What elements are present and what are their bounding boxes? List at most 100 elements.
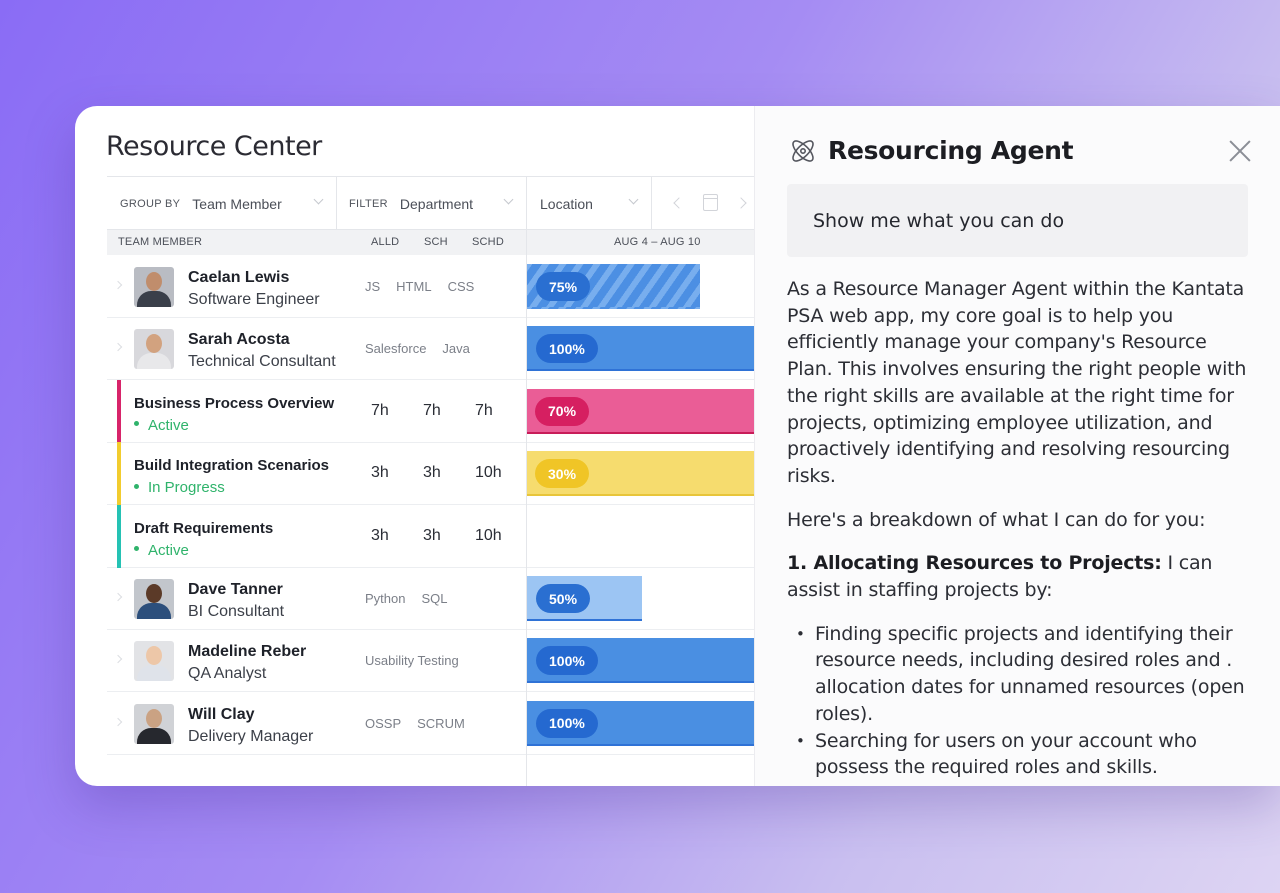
- group-by-label: GROUP BY: [120, 198, 181, 210]
- col-schd: SCHD: [472, 236, 504, 248]
- page-title: Resource Center: [106, 131, 322, 162]
- skill-tag: Java: [442, 341, 470, 357]
- chevron-right-icon[interactable]: [115, 594, 121, 600]
- allocation-bar[interactable]: 100%: [527, 638, 757, 684]
- agent-response: As a Resource Manager Agent within the K…: [787, 276, 1257, 781]
- allocation-pill: 50%: [536, 584, 591, 613]
- date-nav: [651, 177, 757, 231]
- skill-tag: HTML: [396, 279, 432, 294]
- person-name[interactable]: Sarah Acosta: [188, 331, 290, 349]
- person-row[interactable]: Sarah Acosta Technical Consultant Salesfor…: [107, 317, 757, 381]
- skill-tag: Python: [365, 591, 406, 606]
- avatar: [134, 579, 174, 619]
- person-role: QA Analyst: [188, 665, 267, 683]
- close-icon[interactable]: [1228, 139, 1252, 163]
- task-name[interactable]: Business Process Overview: [134, 395, 334, 412]
- status-text: In Progress: [148, 479, 225, 497]
- filter-value: Department: [399, 196, 474, 212]
- status-text: Active: [148, 541, 189, 559]
- allocation-bar[interactable]: 50%: [527, 576, 642, 621]
- person-role: BI Consultant: [188, 603, 285, 620]
- user-prompt-bubble: Show me what you can do: [787, 184, 1248, 257]
- task-color-indicator: [117, 442, 121, 506]
- task-row[interactable]: Build Integration Scenarios In Progress 3h…: [107, 442, 757, 506]
- task-row[interactable]: Business Process Overview Active 7h 7h 7h 70…: [107, 379, 757, 443]
- task-status: Active: [134, 417, 189, 434]
- status-dot: [134, 483, 139, 489]
- filter-dropdown[interactable]: FILTER Department: [336, 177, 526, 231]
- chevron-down-icon: [629, 196, 639, 206]
- capability-item: Searching for users on your account who …: [796, 728, 1257, 781]
- calendar-icon[interactable]: [703, 194, 718, 211]
- person-name[interactable]: Madeline Reber: [188, 643, 306, 661]
- skill-tag: CSS: [447, 279, 475, 294]
- agent-title: Resourcing Agent: [828, 136, 1074, 165]
- person-row[interactable]: Dave Tanner BI Consultant Python SQL 50%: [107, 567, 757, 630]
- agent-breakdown: Here's a breakdown of what I can do for …: [787, 508, 1206, 531]
- skill-tags: JS HTML CSS: [357, 255, 482, 318]
- alld-hours: 7h: [371, 401, 389, 419]
- allocation-pill: 75%: [536, 272, 591, 301]
- table-header: TEAM MEMBER ALLD SCH SCHD AUG 4 – AUG 10: [107, 230, 757, 255]
- status-dot: [134, 421, 139, 427]
- schd-hours: 10h: [475, 526, 502, 544]
- person-row[interactable]: Caelan Lewis Software Engineer JS HTML CSS 7…: [107, 255, 757, 318]
- avatar: [134, 329, 174, 370]
- col-team-member: TEAM MEMBER: [118, 236, 203, 248]
- col-alld: ALLD: [371, 236, 400, 248]
- skill-tag: OSSP: [365, 715, 402, 731]
- skill-tag: SCRUM: [417, 715, 465, 731]
- allocation-bar[interactable]: 75%: [527, 264, 700, 309]
- user-prompt-text: Show me what you can do: [813, 210, 1065, 232]
- schd-hours: 10h: [475, 464, 502, 482]
- allocation-pill: 100%: [536, 646, 598, 676]
- person-name[interactable]: Will Clay: [188, 706, 255, 724]
- person-name[interactable]: Dave Tanner: [188, 581, 283, 599]
- chevron-down-icon: [504, 196, 514, 206]
- task-name[interactable]: Draft Requirements: [134, 520, 273, 537]
- sch-hours: 3h: [423, 464, 441, 482]
- person-role: Software Engineer: [188, 291, 320, 308]
- task-color-indicator: [117, 504, 121, 568]
- skill-tag: SQL: [421, 591, 448, 606]
- capability-list: Finding specific projects and identifyin…: [787, 621, 1257, 781]
- chevron-right-icon[interactable]: [115, 344, 121, 350]
- chevron-right-icon[interactable]: [115, 656, 121, 662]
- avatar: [134, 703, 174, 744]
- allocation-bar[interactable]: 70%: [526, 388, 756, 434]
- chevron-right-icon[interactable]: [115, 719, 121, 725]
- skill-tag: Usability Testing: [365, 653, 459, 669]
- allocation-pill: 70%: [535, 396, 590, 426]
- column-divider: [526, 176, 527, 786]
- main-card: Resource Center GROUP BY Team Member FIL…: [75, 106, 1280, 786]
- toolbar: GROUP BY Team Member FILTER Department L…: [107, 176, 757, 231]
- resource-center-panel: Resource Center GROUP BY Team Member FIL…: [75, 106, 757, 786]
- chevron-down-icon: [314, 196, 324, 206]
- allocation-bar[interactable]: 30%: [526, 451, 756, 497]
- group-by-dropdown[interactable]: GROUP BY Team Member: [107, 177, 336, 231]
- allocation-pill: 30%: [535, 459, 590, 489]
- person-name[interactable]: Caelan Lewis: [188, 269, 289, 287]
- filter-label: FILTER: [349, 198, 388, 210]
- agent-intro: As a Resource Manager Agent within the K…: [787, 278, 1247, 487]
- section-heading: 1. Allocating Resources to Projects:: [787, 552, 1162, 575]
- avatar: [134, 641, 174, 682]
- person-row[interactable]: Madeline Reber QA Analyst Usability Testin…: [107, 629, 757, 693]
- chevron-left-icon[interactable]: [672, 196, 682, 210]
- sch-hours: 7h: [423, 401, 441, 419]
- allocation-bar[interactable]: 100%: [527, 700, 757, 746]
- person-row[interactable]: Will Clay Delivery Manager OSSP SCRUM 100%: [107, 692, 757, 755]
- skill-tags: Python SQL: [357, 567, 456, 630]
- task-status: Active: [134, 542, 189, 559]
- chevron-right-icon[interactable]: [115, 282, 121, 288]
- agent-section: 1. Allocating Resources to Projects: I c…: [787, 550, 1257, 603]
- status-text: Active: [148, 416, 189, 434]
- task-name[interactable]: Build Integration Scenarios: [134, 457, 329, 474]
- location-dropdown[interactable]: Location: [526, 177, 651, 231]
- col-sch: SCH: [424, 236, 448, 248]
- allocation-bar[interactable]: 100%: [527, 326, 757, 372]
- schd-hours: 7h: [475, 401, 493, 419]
- alld-hours: 3h: [371, 464, 389, 482]
- task-row[interactable]: Draft Requirements Active 3h 3h 10h: [107, 504, 757, 568]
- chevron-right-icon[interactable]: [737, 196, 747, 210]
